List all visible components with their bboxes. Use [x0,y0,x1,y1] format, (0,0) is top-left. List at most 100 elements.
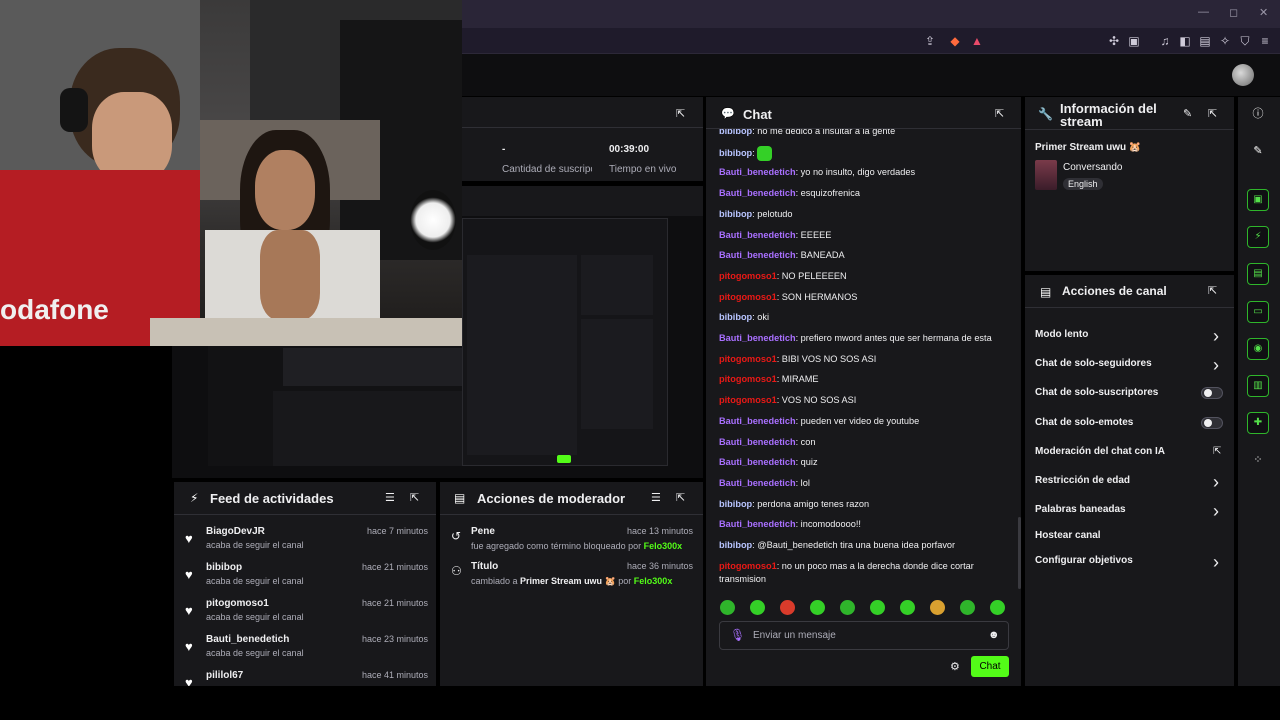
chat-username[interactable]: pitogomoso1 [719,395,777,405]
info-icon[interactable]: ⓘ [1250,106,1266,122]
popout-icon[interactable]: ⇱ [1208,107,1217,120]
chat-username[interactable]: bibibop [719,129,752,136]
chat-username[interactable]: bibibop [719,148,752,158]
maximize-button[interactable]: ◻ [1229,6,1238,19]
broadcast-icon[interactable]: ◉ [1247,338,1269,360]
stream-category[interactable]: Conversando [1063,162,1122,173]
channel-action-label[interactable]: Restricción de edad [1035,475,1130,486]
chat-username[interactable]: Bauti_benedetich [719,250,796,260]
mod-action-actor[interactable]: Felo300x [644,541,683,551]
emote-icon[interactable] [810,600,825,615]
popout-icon[interactable]: ⇱ [676,107,685,120]
filter-icon[interactable]: ☰ [385,491,395,504]
chat-username[interactable]: Bauti_benedetich [719,167,796,177]
chat-username[interactable]: Bauti_benedetich [719,519,796,529]
chat-bubble-icon: 💬 [721,108,735,120]
chat-username[interactable]: Bauti_benedetich [719,457,796,467]
brave-shield-icon[interactable]: ◆ [947,33,963,49]
channel-action-label[interactable]: Palabras baneadas [1035,504,1126,515]
chat-username[interactable]: pitogomoso1 [719,561,777,571]
chat-username[interactable]: Bauti_benedetich [719,437,796,447]
chat-username[interactable]: bibibop [719,312,752,322]
document-icon[interactable]: ▤ [1247,263,1269,285]
minimize-button[interactable]: — [1198,6,1209,18]
extensions-icon[interactable]: ✣ [1106,33,1122,49]
chevron-right-icon[interactable]: › [1213,502,1219,520]
emote-icon[interactable] [750,600,765,615]
emote-icon[interactable] [930,600,945,615]
channel-action-label[interactable]: Chat de solo-suscriptores [1035,387,1158,398]
heart-icon: ♥ [185,567,193,582]
menu-icon[interactable]: ≡ [1257,33,1273,49]
chat-username[interactable]: pitogomoso1 [719,354,777,364]
chat-username[interactable]: pitogomoso1 [719,271,777,281]
emote-icon[interactable] [720,600,735,615]
popout-icon[interactable]: ⇱ [995,107,1004,120]
follower-name[interactable]: pitogomoso1 [206,598,269,609]
clip-icon[interactable]: ▣ [1247,189,1269,211]
chat-username[interactable]: bibibop [719,499,752,509]
mod-action-actor[interactable]: Felo300x [634,576,673,586]
chat-input-container[interactable]: 🎙 Enviar un mensaje ☻ [719,621,1009,650]
share-icon[interactable]: ⇪ [922,33,938,49]
filter-icon[interactable]: ☰ [651,491,661,504]
emoji-icon[interactable]: ☻ [988,629,1000,641]
follower-name[interactable]: Bauti_benedetich [206,634,289,645]
emote-icon[interactable] [780,600,795,615]
screenshot-icon[interactable]: ▣ [1126,33,1142,49]
chat-username[interactable]: Bauti_benedetich [719,478,796,488]
sidebar-icon[interactable]: ◧ [1177,33,1193,49]
channel-action-label[interactable]: Moderación del chat con IA [1035,446,1165,457]
wallet-icon[interactable]: ▤ [1197,33,1213,49]
channel-action-label[interactable]: Hostear canal [1035,530,1101,541]
brave-rewards-icon[interactable]: ▲ [969,33,985,49]
external-link-icon[interactable]: ⇱ [1213,446,1221,457]
lightning-icon[interactable]: ⚡ [1247,226,1269,248]
emote-icon[interactable] [870,600,885,615]
edit-pencil-icon[interactable]: ✎ [1183,107,1192,120]
emote-icon[interactable] [960,600,975,615]
popout-icon[interactable]: ⇱ [676,491,685,504]
chat-bubble-icon[interactable]: ▭ [1247,301,1269,323]
chat-scrollbar[interactable] [1018,517,1021,589]
chat-username[interactable]: Bauti_benedetich [719,230,796,240]
popout-icon[interactable]: ⇱ [1208,284,1217,297]
chat-settings-icon[interactable]: ⚙ [950,660,960,673]
channel-action-label[interactable]: Chat de solo-emotes [1035,417,1133,428]
chat-username[interactable]: bibibop [719,540,752,550]
chevron-right-icon[interactable]: › [1213,327,1219,345]
emote-icon[interactable] [840,600,855,615]
popout-icon[interactable]: ⇱ [410,491,419,504]
follower-name[interactable]: pililol67 [206,670,243,681]
chevron-right-icon[interactable]: › [1213,473,1219,491]
chevron-right-icon[interactable]: › [1213,553,1219,571]
send-chat-button[interactable]: Chat [971,656,1009,677]
emote-icon[interactable] [990,600,1005,615]
channel-icon[interactable]: ▥ [1247,375,1269,397]
chat-input[interactable]: Enviar un mensaje [753,630,836,641]
microphone-icon[interactable]: 🎙 [730,628,745,642]
emote-icon[interactable] [900,600,915,615]
leo-ai-icon[interactable]: ✧ [1217,33,1233,49]
close-window-button[interactable]: ✕ [1259,6,1268,19]
chat-username[interactable]: Bauti_benedetich [719,333,796,343]
music-icon[interactable]: ♫ [1157,33,1173,49]
follower-name[interactable]: BiagoDevJR [206,526,265,537]
wrench-icon[interactable]: ✚ [1247,412,1269,434]
channel-action-label[interactable]: Modo lento [1035,329,1088,340]
channel-action-label[interactable]: Configurar objetivos [1035,555,1133,566]
toggle-switch[interactable] [1201,387,1223,399]
edit-pencil-icon[interactable]: ✎ [1250,143,1266,159]
chat-username[interactable]: pitogomoso1 [719,292,777,302]
follower-name[interactable]: bibibop [206,562,242,573]
add-widget-icon[interactable]: ⁘ [1250,452,1266,468]
chat-username[interactable]: bibibop [719,209,752,219]
channel-action-label[interactable]: Chat de solo-seguidores [1035,358,1152,369]
chevron-right-icon[interactable]: › [1213,356,1219,374]
avatar[interactable] [1232,64,1254,86]
vpn-icon[interactable]: ⛉ [1237,33,1253,49]
chat-username[interactable]: Bauti_benedetich [719,188,796,198]
chat-username[interactable]: pitogomoso1 [719,374,777,384]
toggle-switch[interactable] [1201,417,1223,429]
chat-username[interactable]: Bauti_benedetich [719,416,796,426]
